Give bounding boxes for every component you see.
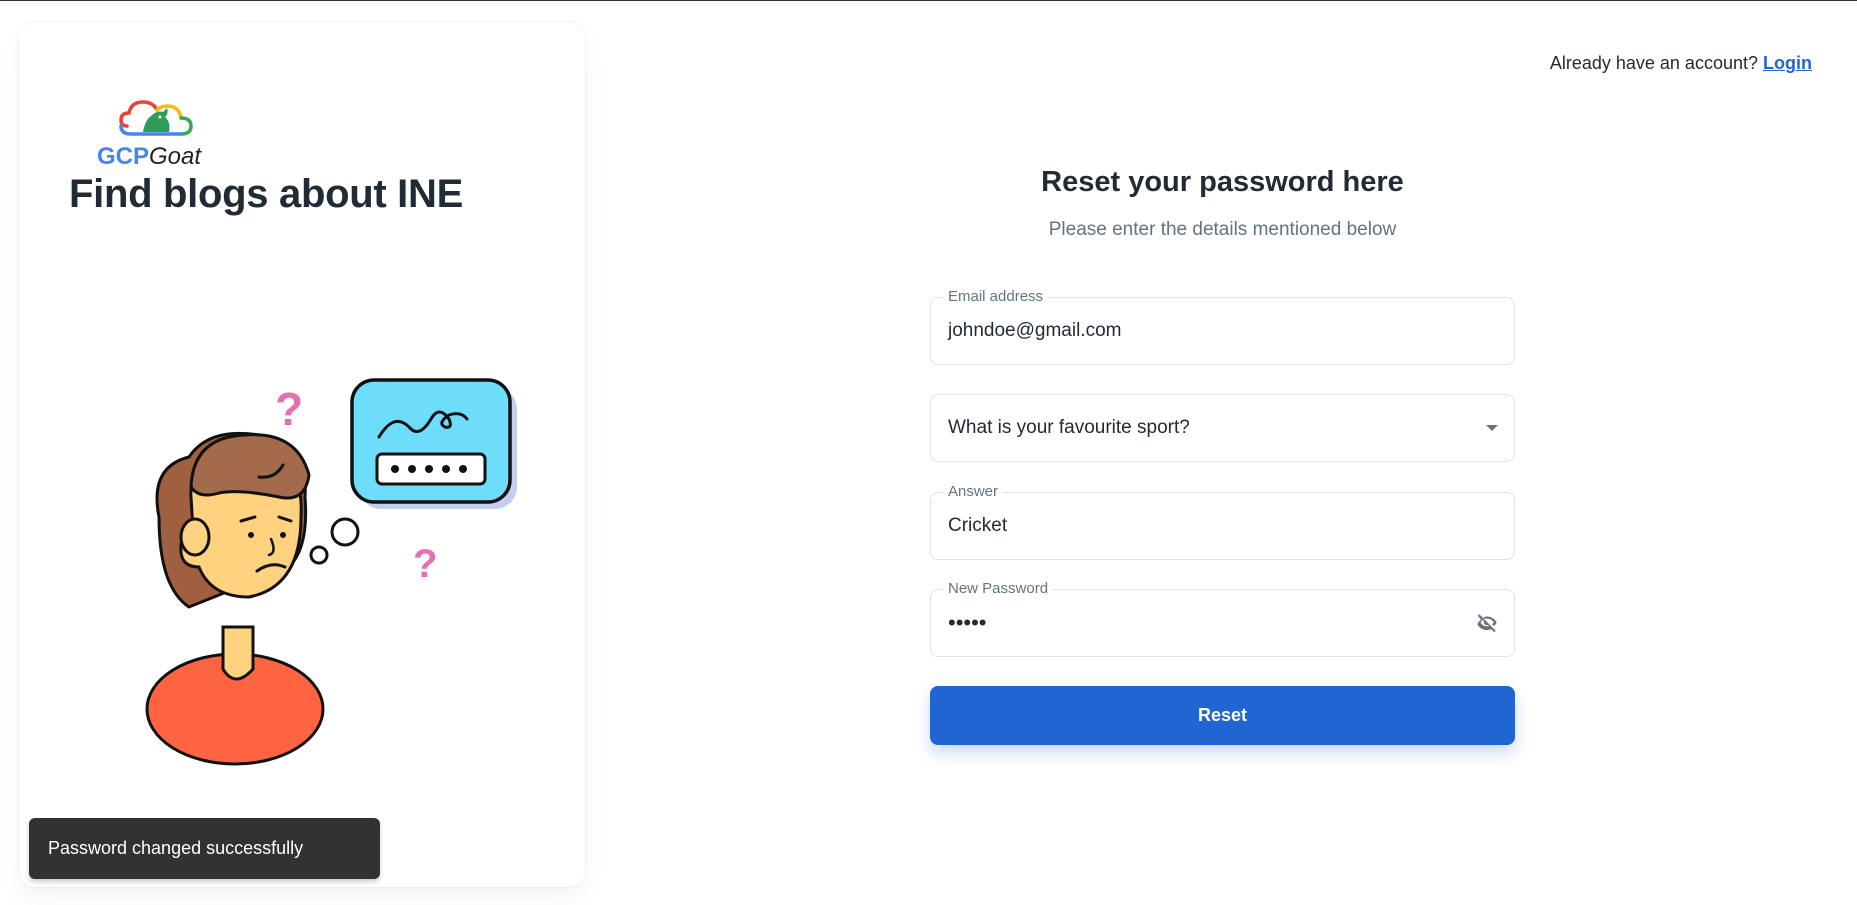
svg-text:GCP: GCP [97,143,149,170]
reset-button[interactable]: Reset [930,686,1515,745]
hero-title: Find blogs about INE [69,172,463,216]
new-password-value[interactable]: ••••• [948,590,987,656]
toast-message: Password changed successfully [48,838,304,858]
left-panel: GCP Goat Find blogs about INE ? ? [19,22,585,887]
form-subtitle: Please enter the details mentioned below [1048,219,1397,240]
reset-password-form: Reset your password here Please enter th… [930,166,1515,745]
new-password-field[interactable]: New Password ••••• [930,580,1515,657]
login-prompt: Already have an account? Login [1550,53,1812,74]
security-question-select[interactable]: What is your favourite sport? [930,394,1515,462]
svg-text:Goat: Goat [149,143,202,170]
caret-down-icon[interactable] [1486,425,1498,431]
answer-field[interactable]: Answer Cricket [930,483,1515,560]
email-value[interactable]: johndoe@gmail.com [948,298,1122,364]
forgot-password-illustration: ? ? [145,378,517,766]
svg-text:?: ? [413,542,437,586]
form-title: Reset your password here [1041,166,1404,198]
answer-value[interactable]: Cricket [948,493,1007,559]
login-prompt-text: Already have an account? [1549,53,1758,73]
email-field[interactable]: Email address johndoe@gmail.com [930,288,1515,365]
login-link[interactable]: Login [1763,53,1812,73]
eye-off-icon[interactable] [1474,610,1500,636]
security-question-value[interactable]: What is your favourite sport? [948,395,1190,461]
svg-text:?: ? [275,383,303,435]
gcp-goat-logo: GCP Goat [97,100,202,170]
success-toast: Password changed successfully [29,818,380,879]
